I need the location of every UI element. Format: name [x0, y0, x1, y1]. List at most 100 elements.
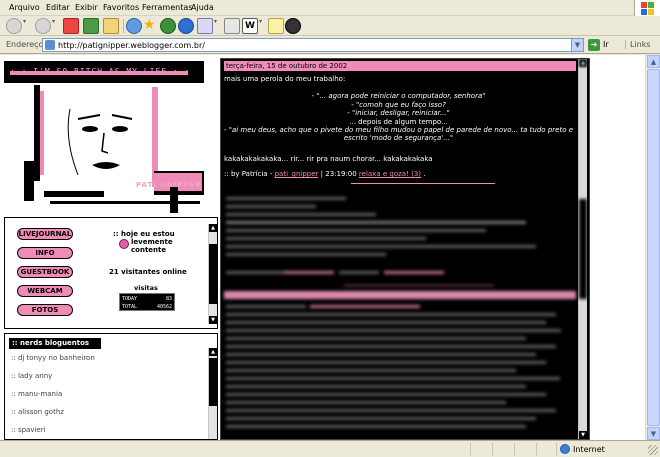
post-author-link[interactable]: pati_gnipper	[275, 170, 319, 178]
counter-today-label: TODAY	[122, 296, 138, 302]
blogroll-scrollbar[interactable]: ▲	[208, 348, 217, 439]
address-label: Endereço	[6, 40, 44, 49]
post-quote-line: - "ai meu deus, acho que o pivete do meu…	[223, 126, 574, 134]
links-button[interactable]: Links	[625, 40, 651, 49]
nav-info-button[interactable]: INFO	[17, 247, 73, 259]
post-footer: :: by Patrícia - pati_gnipper | 23:19:00…	[224, 170, 425, 178]
scroll-up-icon[interactable]: ▲	[209, 224, 217, 232]
search-icon[interactable]	[126, 18, 142, 34]
left-column: : : I'M SO BITCH AS MY LIFE : : PATI GNI…	[0, 55, 218, 440]
post-footer-prefix: :: by Patrícia -	[224, 170, 273, 178]
windows-logo-icon	[634, 0, 660, 16]
discuss-icon[interactable]	[268, 18, 284, 34]
address-dropdown-icon[interactable]: ▼	[571, 39, 583, 51]
counter-label: visitas	[134, 284, 158, 292]
face-illustration-icon	[67, 108, 133, 176]
menu-editar[interactable]: Editar	[46, 3, 70, 12]
scroll-down-icon[interactable]: ▼	[209, 316, 217, 324]
counter-today-value: 83	[165, 296, 172, 302]
stop-icon[interactable]	[63, 18, 79, 34]
logo-signature: PATI GNIPPER	[136, 181, 202, 189]
blogroll-item[interactable]: :: manu-mania	[11, 390, 62, 398]
window-scroll-down-icon[interactable]: ▼	[647, 427, 660, 440]
menu-bar: Arquivo Editar Exibir Favoritos Ferramen…	[0, 0, 660, 16]
older-posts-blurred	[224, 191, 576, 439]
mail-icon[interactable]	[197, 18, 213, 34]
post-comments-link[interactable]: relaxa e goza! (3)	[359, 170, 421, 178]
address-url[interactable]: http://patignipper.weblogger.com.br/	[58, 41, 205, 50]
menu-ajuda[interactable]: Ajuda	[191, 3, 214, 12]
messenger-icon[interactable]	[285, 18, 301, 34]
print-icon[interactable]	[224, 18, 240, 34]
scroll-up-icon[interactable]: ▲	[579, 59, 587, 67]
scroll-down-icon[interactable]: ▼	[579, 431, 587, 439]
navigation-frame: LIVEJOURNAL INFO GUESTBOOK WEBCAM FOTOS …	[4, 217, 218, 329]
scroll-thumb[interactable]	[209, 244, 217, 304]
forward-dropdown-icon[interactable]: ▾	[52, 18, 58, 34]
menu-ferramentas[interactable]: Ferramentas	[142, 3, 192, 12]
media-icon[interactable]	[178, 18, 194, 34]
status-bar: Internet	[0, 440, 660, 457]
page-icon	[45, 40, 55, 50]
post-quote-line: escrito 'modo de segurança'..."	[343, 134, 454, 142]
post-quote-line: - "iniciar, desligar, reiniciar..."	[347, 109, 450, 117]
refresh-icon[interactable]	[83, 18, 99, 34]
post-frame: terça-feira, 15 de outubro de 2002 mais …	[220, 58, 590, 440]
post-quote-line: - "... agora pode reiniciar o computador…	[311, 92, 486, 100]
window-scroll-thumb[interactable]	[647, 69, 660, 426]
post-time: | 23:19:00	[320, 170, 357, 178]
post-footer-suffix: .	[423, 170, 426, 178]
visitors-online: 21 visitantes online	[109, 268, 187, 276]
blogroll-item[interactable]: :: alisson gothz	[11, 408, 64, 416]
blogroll-item[interactable]: :: spavieri	[11, 426, 46, 434]
mood-line-2: contente	[131, 246, 167, 254]
menu-arquivo[interactable]: Arquivo	[9, 3, 40, 12]
blogroll-item[interactable]: :: lady anny	[11, 372, 52, 380]
go-arrow-icon[interactable]: ➜	[588, 39, 600, 51]
window-scrollbar[interactable]: ▲ ▼	[645, 55, 660, 440]
internet-zone-icon	[560, 444, 570, 454]
mood-line-1: levemente	[131, 238, 173, 246]
status-zone: Internet	[573, 445, 605, 454]
blogroll-header: :: nerds bloguentos	[9, 338, 101, 349]
edit-dropdown-icon[interactable]: ▾	[259, 18, 265, 34]
post-laugh: kakakakakakaka... rir... rir pra naum ch…	[224, 155, 433, 163]
window-scroll-up-icon[interactable]: ▲	[647, 55, 660, 68]
back-dropdown-icon[interactable]: ▾	[23, 18, 29, 34]
nav-frame-scrollbar[interactable]: ▲ ▼	[208, 224, 217, 324]
back-icon[interactable]	[6, 18, 22, 34]
home-icon[interactable]	[103, 18, 119, 34]
counter-total-label: TOTAL	[122, 304, 138, 310]
post-frame-scrollbar[interactable]: ▲ ▼	[578, 59, 587, 439]
menu-favoritos[interactable]: Favoritos	[103, 3, 139, 12]
nav-fotos-button[interactable]: FOTOS	[17, 304, 73, 316]
standard-toolbar: ▾ ▾ ★ ▾ W ▾	[0, 16, 660, 36]
address-bar: Endereço http://patignipper.weblogger.co…	[0, 36, 660, 54]
post-intro: mais uma perola do meu trabalho:	[224, 75, 346, 83]
nav-livejournal-button[interactable]: LIVEJOURNAL	[17, 228, 73, 240]
mood-title: :: hoje eu estou	[113, 230, 175, 238]
nav-webcam-button[interactable]: WEBCAM	[17, 285, 73, 297]
address-input[interactable]: http://patignipper.weblogger.com.br/ ▼	[42, 38, 584, 52]
resize-grip-icon[interactable]	[648, 445, 658, 455]
scroll-up-icon[interactable]: ▲	[209, 348, 217, 356]
blogroll-item[interactable]: :: dj tonyy no banheiron	[11, 354, 95, 362]
counter-total-value: 40562	[156, 304, 172, 310]
site-logo-banner: : : I'M SO BITCH AS MY LIFE : : PATI GNI…	[4, 61, 204, 213]
nav-guestbook-button[interactable]: GUESTBOOK	[17, 266, 73, 278]
menu-exibir[interactable]: Exibir	[75, 3, 98, 12]
post-divider	[351, 183, 495, 184]
scroll-thumb[interactable]	[579, 199, 587, 299]
post-quote-line: ... depois de algum tempo...	[349, 118, 448, 126]
scroll-thumb[interactable]	[209, 358, 217, 406]
mail-dropdown-icon[interactable]: ▾	[214, 18, 220, 34]
forward-icon[interactable]	[35, 18, 51, 34]
history-icon[interactable]	[160, 18, 176, 34]
post-date: terça-feira, 15 de outubro de 2002	[224, 61, 576, 71]
post-quote-line: - "comoh que eu faço isso?	[351, 101, 446, 109]
go-button[interactable]: Ir	[603, 40, 609, 49]
visit-counter: TODAY 83 TOTAL 40562	[119, 293, 175, 311]
edit-word-icon[interactable]: W	[242, 18, 258, 34]
favorites-star-icon[interactable]: ★	[143, 18, 159, 34]
page-viewport: : : I'M SO BITCH AS MY LIFE : : PATI GNI…	[0, 55, 660, 440]
